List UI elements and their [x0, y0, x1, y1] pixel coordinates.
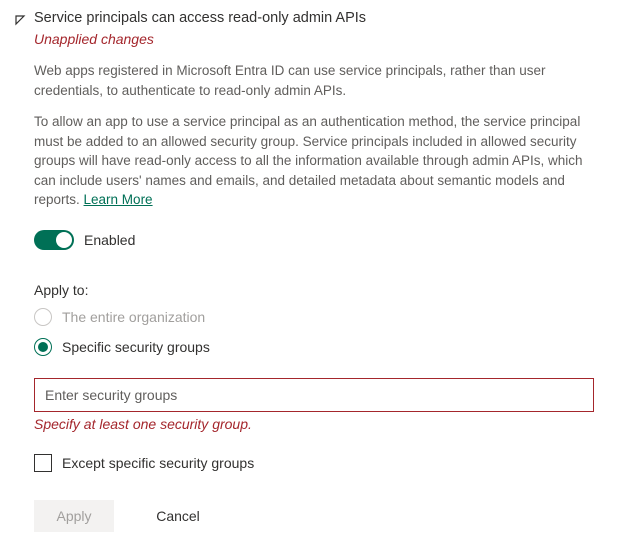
unapplied-changes-label: Unapplied changes [34, 31, 605, 47]
checkbox-icon[interactable] [34, 454, 52, 472]
radio-icon [34, 338, 52, 356]
security-groups-input[interactable] [34, 378, 594, 412]
setting-header: Service principals can access read-only … [12, 10, 605, 29]
enabled-toggle-label: Enabled [84, 232, 135, 248]
except-checkbox-row[interactable]: Except specific security groups [34, 454, 605, 472]
radio-icon [34, 308, 52, 326]
radio-entire-organization-label: The entire organization [62, 309, 205, 325]
radio-specific-security-groups-label: Specific security groups [62, 339, 210, 355]
enabled-toggle[interactable] [34, 230, 74, 250]
enabled-toggle-row: Enabled [34, 230, 605, 250]
button-row: Apply Cancel [34, 500, 605, 532]
apply-to-section: Apply to: The entire organization Specif… [34, 282, 605, 532]
setting-title: Service principals can access read-only … [34, 10, 366, 26]
description-paragraph-2: To allow an app to use a service princip… [34, 112, 605, 210]
toggle-knob-icon [56, 232, 72, 248]
setting-description: Web apps registered in Microsoft Entra I… [34, 61, 605, 210]
apply-to-label: Apply to: [34, 282, 605, 298]
radio-entire-organization: The entire organization [34, 308, 605, 326]
collapse-chevron-icon[interactable] [14, 13, 26, 29]
except-checkbox-label: Except specific security groups [62, 455, 254, 471]
description-paragraph-1: Web apps registered in Microsoft Entra I… [34, 61, 605, 100]
cancel-button[interactable]: Cancel [138, 500, 218, 532]
learn-more-link[interactable]: Learn More [84, 192, 153, 207]
radio-specific-security-groups[interactable]: Specific security groups [34, 338, 605, 356]
apply-button[interactable]: Apply [34, 500, 114, 532]
security-groups-error: Specify at least one security group. [34, 416, 605, 432]
radio-dot-icon [38, 342, 48, 352]
